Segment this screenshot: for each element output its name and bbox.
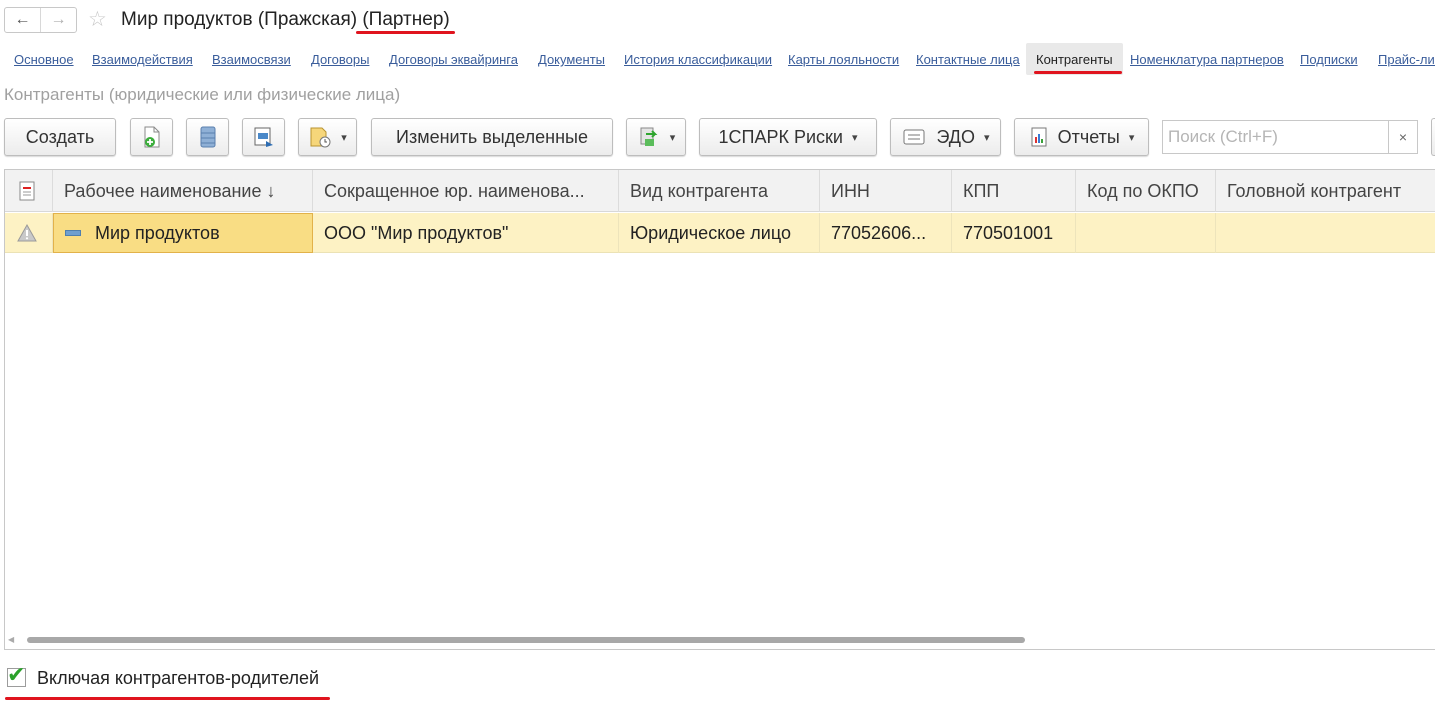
search-input[interactable]: Поиск (Ctrl+F) xyxy=(1162,120,1389,154)
tab-contracts[interactable]: Договоры xyxy=(301,43,379,75)
tab-interactions[interactable]: Взаимодействия xyxy=(82,43,203,75)
print-documents-button[interactable]: ▾ xyxy=(626,118,686,156)
create-based-on-button[interactable]: ▾ xyxy=(298,118,357,156)
arrow-right-icon: → xyxy=(50,11,67,28)
report-chart-icon xyxy=(1031,127,1047,147)
spark-risks-button[interactable]: 1СПАРК Риски ▾ xyxy=(699,118,877,156)
edit-selected-label: Изменить выделенные xyxy=(396,126,588,147)
include-parents-label[interactable]: Включая контрагентов-родителей xyxy=(37,668,319,689)
cell-okpo[interactable] xyxy=(1076,213,1216,253)
column-header-head-counterparty[interactable]: Головной контрагент xyxy=(1216,170,1435,212)
column-header-counterparty-kind[interactable]: Вид контрагента xyxy=(619,170,820,212)
column-header-okpo[interactable]: Код по ОКПО xyxy=(1076,170,1216,212)
database-icon xyxy=(200,126,215,148)
send-button[interactable] xyxy=(242,118,285,156)
scroll-left-icon[interactable]: ◀ xyxy=(8,635,14,644)
checkbox-label-underline xyxy=(5,697,330,700)
table-header: Рабочее наименование ↓ Сокращенное юр. н… xyxy=(5,170,1435,212)
list-settings-button[interactable] xyxy=(186,118,229,156)
title-suffix-underline xyxy=(356,31,455,34)
scrollbar-thumb[interactable] xyxy=(27,637,1025,643)
column-header-short-legal-name[interactable]: Сокращенное юр. наименова... xyxy=(313,170,619,212)
section-title: Контрагенты (юридические или физические … xyxy=(4,85,401,104)
cell-inn[interactable]: 77052606... xyxy=(820,213,952,253)
clear-search-button[interactable]: × xyxy=(1388,120,1418,154)
cell-counterparty-kind[interactable]: Юридическое лицо xyxy=(619,213,820,253)
column-header-work-name[interactable]: Рабочее наименование ↓ xyxy=(53,170,313,212)
window-title-suffix: (Партнер) xyxy=(362,9,450,30)
create-button[interactable]: Создать xyxy=(4,118,116,156)
tab-relations[interactable]: Взаимосвязи xyxy=(202,43,301,75)
cell-short-legal-name[interactable]: ООО "Мир продуктов" xyxy=(313,213,619,253)
tab-acquiring-contracts[interactable]: Договоры эквайринга xyxy=(379,43,528,75)
reports-label: Отчеты xyxy=(1057,126,1120,147)
edo-label: ЭДО xyxy=(936,126,975,147)
tab-loyalty-cards[interactable]: Карты лояльности xyxy=(778,43,909,75)
active-tab-underline xyxy=(1034,71,1122,74)
tab-price-lists[interactable]: Прайс-лис xyxy=(1368,43,1435,75)
chevron-down-icon: ▾ xyxy=(341,131,347,144)
forward-button[interactable]: → xyxy=(40,8,76,32)
cell-work-name[interactable]: Мир продуктов xyxy=(53,213,313,253)
create-button-label: Создать xyxy=(25,126,95,147)
edit-selected-button[interactable]: Изменить выделенные xyxy=(371,118,613,156)
element-marker-icon xyxy=(65,229,81,236)
checkmark-icon: ✔ xyxy=(7,662,26,687)
tab-contact-persons[interactable]: Контактные лица xyxy=(906,43,1030,75)
column-header-inn[interactable]: ИНН xyxy=(820,170,952,212)
edo-exchange-icon xyxy=(903,129,925,145)
chevron-down-icon: ▾ xyxy=(851,131,858,144)
horizontal-scrollbar[interactable]: ◀ xyxy=(8,632,1433,648)
tab-subscriptions[interactable]: Подписки xyxy=(1290,43,1368,75)
cell-kpp[interactable]: 770501001 xyxy=(952,213,1076,253)
cell-head-counterparty[interactable] xyxy=(1216,213,1435,253)
cell-work-name-text: Мир продуктов xyxy=(95,223,220,243)
table-row[interactable]: Мир продуктов ООО "Мир продуктов" Юридич… xyxy=(5,213,1435,253)
row-status-cell xyxy=(5,213,53,253)
back-button[interactable]: ← xyxy=(5,8,40,32)
counterparties-table: Рабочее наименование ↓ Сокращенное юр. н… xyxy=(4,169,1435,650)
column-header-kpp[interactable]: КПП xyxy=(952,170,1076,212)
marked-for-deletion-icon xyxy=(19,181,35,201)
create-copy-button[interactable] xyxy=(130,118,173,156)
edo-button[interactable]: ЭДО ▾ xyxy=(890,118,1001,156)
tab-documents[interactable]: Документы xyxy=(528,43,615,75)
favorite-star-icon[interactable]: ☆ xyxy=(88,8,107,32)
send-document-icon xyxy=(254,127,273,147)
reports-button[interactable]: Отчеты ▾ xyxy=(1014,118,1149,156)
tab-main[interactable]: Основное xyxy=(4,43,84,75)
green-arrow-document-icon xyxy=(640,127,658,146)
close-icon: × xyxy=(1398,129,1408,145)
history-nav: ← → xyxy=(4,7,77,33)
add-document-icon xyxy=(144,126,159,148)
document-clock-icon xyxy=(310,127,331,148)
warning-icon xyxy=(17,223,37,242)
window-title: Мир продуктов (Пражская) (Партнер) xyxy=(121,9,450,31)
tab-partner-nomenclature[interactable]: Номенклатура партнеров xyxy=(1120,43,1294,75)
status-column-header[interactable] xyxy=(5,170,53,212)
chevron-down-icon: ▾ xyxy=(1128,131,1135,144)
chevron-down-icon: ▾ xyxy=(984,131,990,144)
chevron-down-icon: ▾ xyxy=(669,131,676,144)
arrow-left-icon: ← xyxy=(14,11,31,28)
tab-classification-history[interactable]: История классификации xyxy=(614,43,782,75)
spark-risks-label: 1СПАРК Риски xyxy=(718,126,843,147)
more-actions-button[interactable] xyxy=(1431,118,1435,156)
window-title-main: Мир продуктов (Пражская) xyxy=(121,9,358,30)
